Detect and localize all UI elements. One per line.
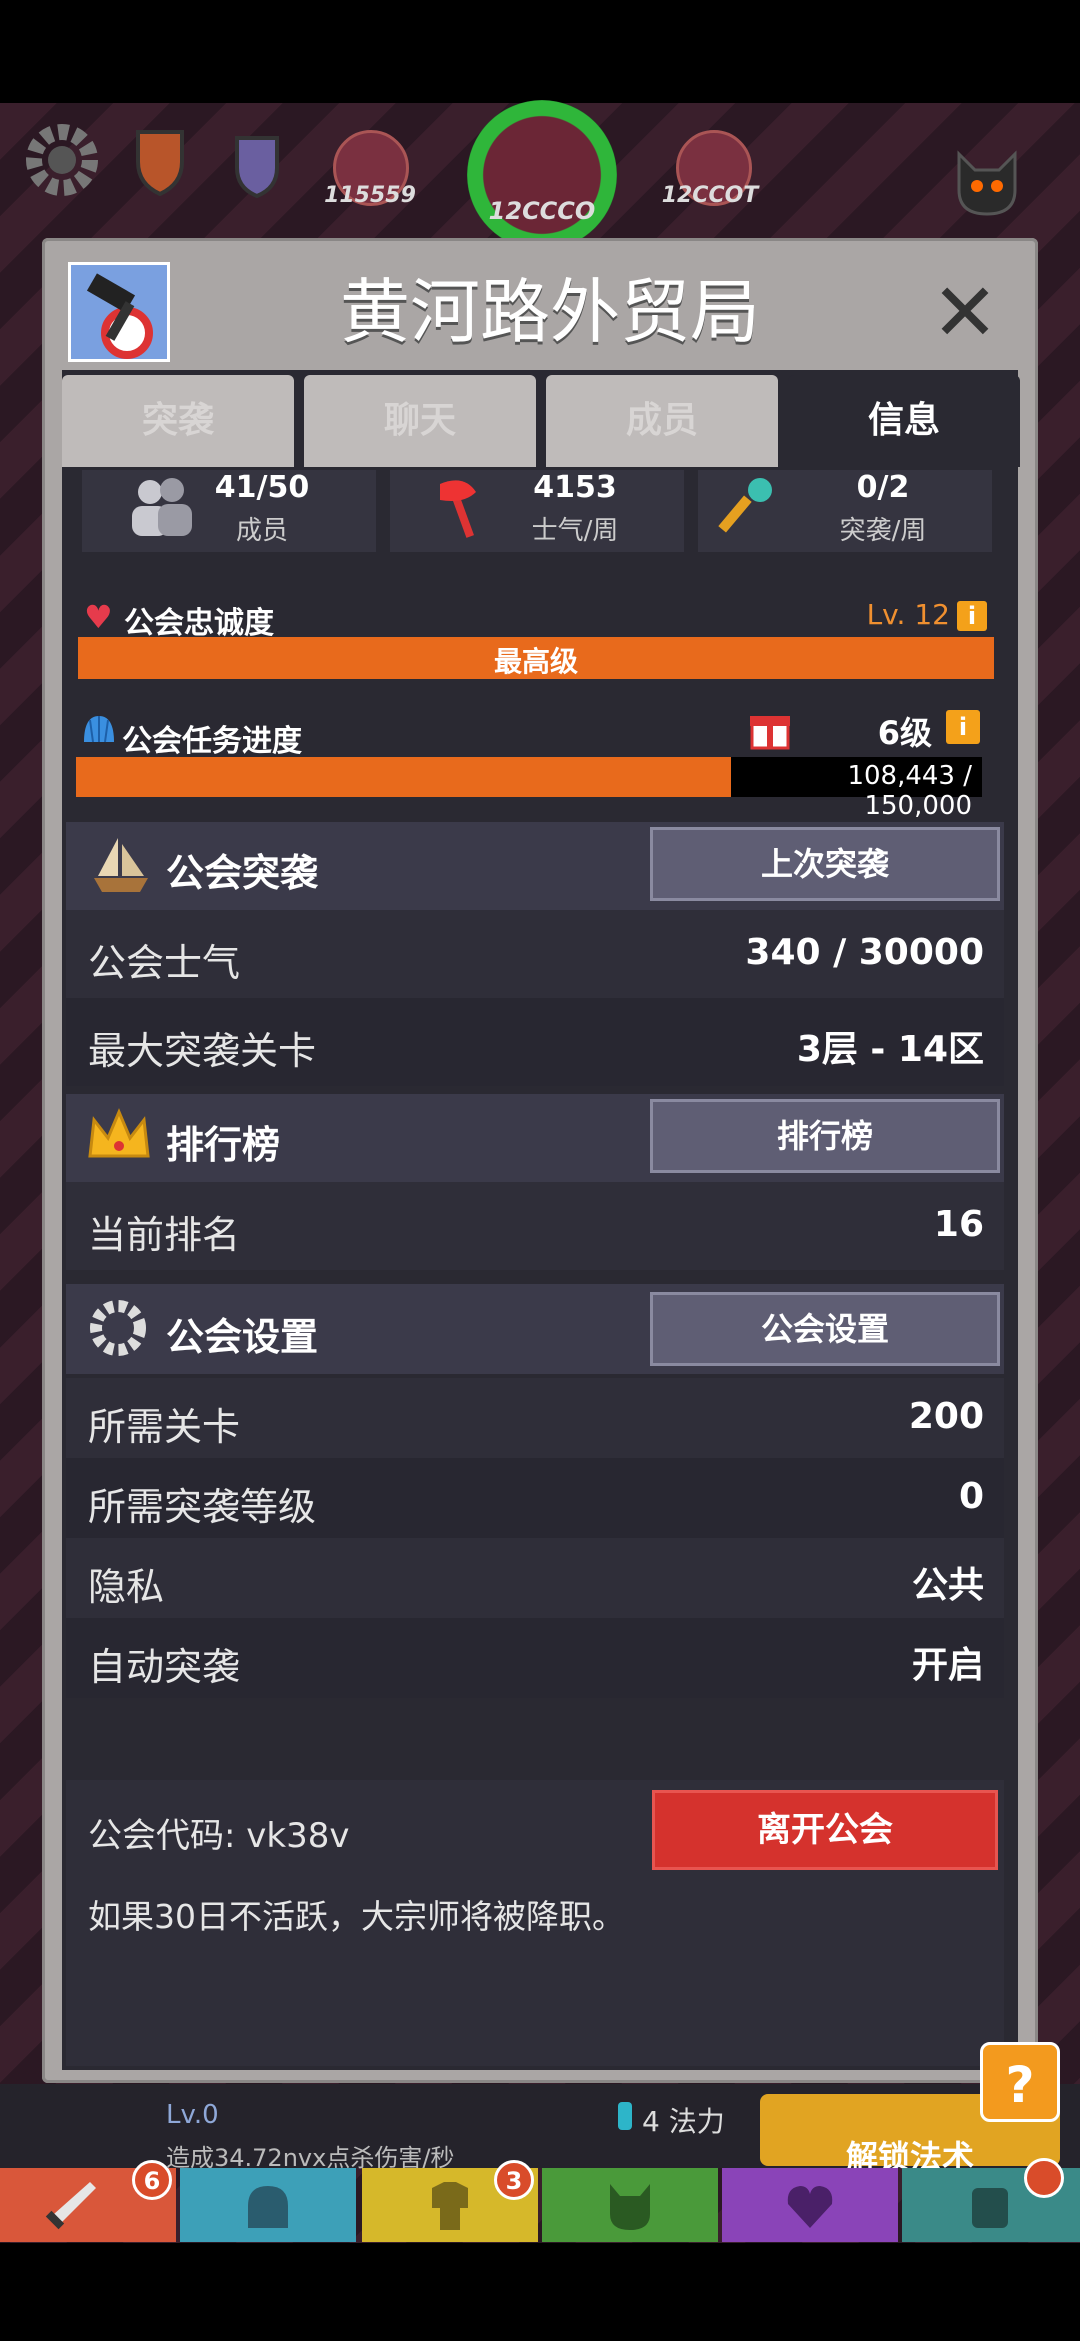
relic-tab-notification-dot (1024, 2158, 1064, 2198)
boss-right-value: 12CCOT (661, 183, 759, 208)
guild-morale-label: 公会士气 (88, 941, 241, 985)
stat-raids-label: 突袭/周 (839, 516, 927, 546)
members-icon (126, 474, 196, 544)
gift-icon[interactable] (746, 704, 794, 756)
armor-icon[interactable] (215, 118, 299, 202)
current-rank-row: 当前排名 16 (66, 1182, 1004, 1270)
raid-section-title: 公会突袭 (166, 851, 319, 895)
ship-icon (86, 830, 156, 904)
close-icon[interactable]: ✕ (930, 273, 1000, 353)
settings-section-title: 公会设置 (166, 1315, 319, 1359)
key-icon (714, 474, 780, 544)
loyalty-level: Lv. 12 (866, 598, 950, 631)
stat-members-label: 成员 (235, 516, 288, 546)
guild-logo (68, 262, 170, 362)
leaderboard-button[interactable]: 排行榜 (650, 1099, 1000, 1173)
required-stage-value: 200 (908, 1396, 984, 1437)
quest-progress-fill (76, 757, 731, 797)
tab-members[interactable]: 成员 (546, 375, 778, 467)
current-rank-value: 16 (933, 1204, 984, 1245)
stat-morale-value: 4153 (533, 470, 617, 505)
bottom-tab-helmet[interactable] (180, 2168, 356, 2242)
guild-code: 公会代码: vk38v (88, 1816, 350, 1856)
stat-members-value: 41/50 (214, 470, 310, 505)
required-raid-level-value: 0 (958, 1476, 984, 1517)
settings-section-header: 公会设置 公会设置 (66, 1284, 1004, 1374)
stat-members: 41/50 成员 (82, 470, 376, 552)
raid-section-header: 公会突袭 上次突袭 (66, 822, 1004, 910)
demon-face-icon[interactable] (945, 140, 1029, 224)
auto-raid-value: 开启 (911, 1645, 984, 1686)
settings-gear-icon-small (86, 1296, 150, 1364)
required-raid-level-label: 所需突袭等级 (88, 1485, 317, 1529)
boss-center-value: 12CCCO (488, 197, 596, 225)
current-rank-label: 当前排名 (88, 1213, 241, 1257)
inactivity-note: 如果30日不活跃，大宗师将被降职。 (88, 1897, 625, 1936)
stat-morale: 4153 士气/周 (390, 470, 684, 552)
tab-raid[interactable]: 突袭 (62, 375, 294, 467)
crown-icon (84, 1104, 154, 1172)
loyalty-label: 公会忠诚度 (124, 606, 274, 641)
guild-shield-icon[interactable] (118, 118, 202, 202)
bottom-tab-heart[interactable] (722, 2168, 898, 2242)
help-button[interactable]: ? (980, 2042, 1060, 2122)
guild-morale-value: 340 / 30000 (745, 932, 984, 973)
privacy-row: 隐私 公共 (66, 1538, 1004, 1618)
loyalty-bar-text: 最高级 (493, 645, 578, 678)
bottom-tab-pet[interactable] (542, 2168, 718, 2242)
mana-cost: 4 法力 (642, 2105, 725, 2138)
guild-name-title: 黄河路外贸局 (340, 271, 760, 353)
stat-morale-label: 士气/周 (531, 516, 619, 546)
boss-left-value: 115559 (324, 183, 416, 208)
spell-level: Lv.0 (166, 2100, 219, 2130)
required-stage-row: 所需关卡 200 (66, 1378, 1004, 1458)
quest-label: 公会任务进度 (122, 724, 302, 759)
leave-guild-button[interactable]: 离开公会 (652, 1790, 998, 1870)
stat-raids: 0/2 突袭/周 (698, 470, 992, 552)
armor-tab-badge: 3 (494, 2160, 534, 2200)
stat-raids-value: 0/2 (856, 470, 910, 505)
tab-info[interactable]: 信息 (788, 375, 1020, 467)
required-raid-level-row: 所需突袭等级 0 (66, 1458, 1004, 1538)
required-stage-label: 所需关卡 (88, 1405, 241, 1449)
auto-raid-label: 自动突袭 (88, 1645, 241, 1689)
guild-settings-button[interactable]: 公会设置 (650, 1292, 1000, 1366)
guild-morale-row: 公会士气 340 / 30000 (66, 910, 1004, 998)
tab-chat[interactable]: 聊天 (304, 375, 536, 467)
privacy-value: 公共 (911, 1565, 984, 1606)
privacy-label: 隐私 (88, 1565, 165, 1609)
loyalty-info-icon[interactable]: i (957, 601, 987, 631)
mana-icon (618, 2102, 632, 2130)
sword-tab-badge: 6 (132, 2160, 172, 2200)
boss-center-portrait[interactable] (467, 100, 617, 250)
max-raid-stage-label: 最大突袭关卡 (88, 1029, 317, 1073)
settings-gear-icon[interactable] (20, 118, 104, 202)
quest-info-icon[interactable]: i (946, 710, 980, 744)
max-raid-stage-row: 最大突袭关卡 3层 - 14区 (66, 998, 1004, 1086)
quest-level: 6级 (877, 714, 932, 752)
quest-progress-text: 108,443 / 150,000 (847, 761, 972, 821)
heart-icon: ♥ (84, 598, 113, 636)
max-raid-stage-value: 3层 - 14区 (796, 1029, 984, 1070)
last-raid-button[interactable]: 上次突袭 (650, 827, 1000, 901)
auto-raid-row: 自动突袭 开启 (66, 1618, 1004, 1698)
shell-icon (80, 712, 118, 754)
ranking-section-title: 排行榜 (166, 1123, 281, 1167)
axe-icon (430, 474, 496, 544)
ranking-section-header: 排行榜 排行榜 (66, 1094, 1004, 1182)
